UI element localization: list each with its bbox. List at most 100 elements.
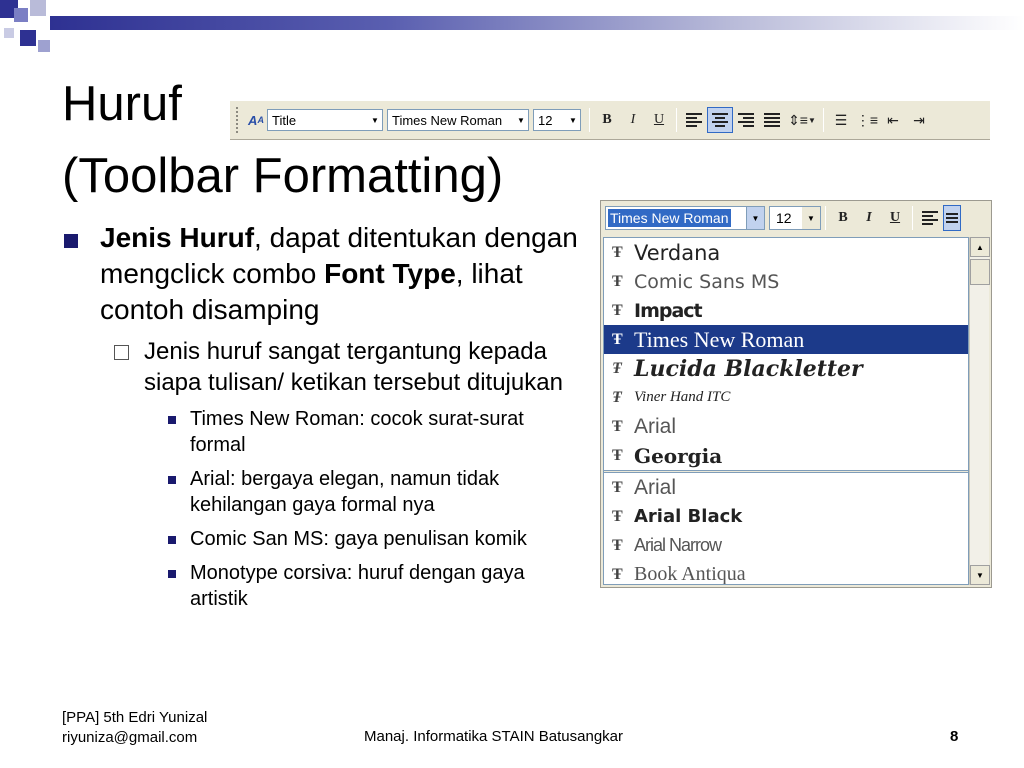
font-list-item[interactable]: Ŧ Lucida Blackletter xyxy=(604,354,968,383)
chevron-down-icon[interactable]: ▼ xyxy=(514,110,528,130)
align-center-icon xyxy=(946,213,958,223)
font-list-item[interactable]: Ŧ Book Antiqua xyxy=(604,560,968,585)
truetype-icon: Ŧ xyxy=(612,478,623,496)
justify-button[interactable] xyxy=(759,107,785,133)
font-panel-toolbar: Times New Roman ▼ 12 ▼ B I U xyxy=(601,201,991,235)
truetype-icon: Ŧ xyxy=(612,507,623,525)
truetype-icon: Ŧ xyxy=(612,243,623,261)
font-name: Times New Roman xyxy=(634,326,805,352)
font-size-value: 12 xyxy=(538,112,553,128)
line-spacing-button[interactable]: ⇕≡ ▼ xyxy=(785,107,819,133)
font-name: Impact xyxy=(634,299,703,322)
font-list-item[interactable]: Ŧ Verdana xyxy=(604,238,968,267)
chevron-down-icon[interactable]: ▼ xyxy=(746,207,764,229)
scrollbar-thumb[interactable] xyxy=(970,259,990,285)
underline-button[interactable]: U xyxy=(646,107,672,133)
font-name: Georgia xyxy=(634,443,723,468)
toolbar-grip[interactable] xyxy=(236,107,239,133)
font-list[interactable]: Ŧ Verdana Ŧ Comic Sans MS Ŧ Impact Ŧ Times N… xyxy=(603,237,969,585)
indent-icon: ⇥ xyxy=(913,111,925,128)
bullet-level-3: Arial: bergaya elegan, namun tidak kehil… xyxy=(162,466,582,518)
header-gradient-bar xyxy=(50,16,1024,30)
slide-title: Huruf (Toolbar Formatting) xyxy=(62,68,503,212)
align-left-icon xyxy=(686,113,702,127)
align-left-button[interactable] xyxy=(681,107,707,133)
footer-author-line-2: riyuniza@gmail.com xyxy=(62,729,198,746)
font-combo[interactable]: Times New Roman ▼ xyxy=(605,206,765,230)
font-list-item[interactable]: Ŧ Arial Black xyxy=(604,502,968,531)
truetype-icon: Ŧ xyxy=(612,536,623,554)
font-list-item[interactable]: Ŧ Arial Narrow xyxy=(604,531,968,560)
decor-square-5 xyxy=(38,40,50,52)
chevron-down-icon[interactable]: ▼ xyxy=(566,110,580,130)
align-center-button[interactable] xyxy=(943,205,961,231)
bold-button[interactable]: B xyxy=(594,107,620,133)
styles-icon[interactable]: AA xyxy=(245,109,267,131)
line-spacing-icon: ⇕≡ xyxy=(788,111,808,128)
formatting-toolbar: AA Title ▼ Times New Roman ▼ 12 ▼ B I U … xyxy=(230,100,990,140)
toolbar-separator xyxy=(676,108,677,132)
truetype-icon: Ŧ xyxy=(612,301,623,319)
bullet-level-3: Monotype corsiva: huruf dengan gaya arti… xyxy=(162,560,582,612)
bullet-bold-term: Jenis Huruf xyxy=(100,222,255,253)
outdent-icon: ⇤ xyxy=(887,111,899,128)
scroll-up-icon[interactable]: ▲ xyxy=(970,237,990,257)
truetype-icon: Ŧ xyxy=(612,330,623,348)
bold-button[interactable]: B xyxy=(830,205,856,231)
numbered-list-icon: ☰ xyxy=(834,111,848,128)
bullet-level-1: Jenis Huruf, dapat ditentukan dengan men… xyxy=(62,220,582,328)
underline-button[interactable]: U xyxy=(882,205,908,231)
font-list-item[interactable]: Ŧ Arial xyxy=(604,473,968,502)
font-list-item[interactable]: Ŧ Impact xyxy=(604,296,968,325)
scroll-down-icon[interactable]: ▼ xyxy=(970,565,990,585)
font-size-combo[interactable]: 12 ▼ xyxy=(533,109,581,131)
italic-button[interactable]: I xyxy=(620,107,646,133)
chevron-down-icon[interactable]: ▼ xyxy=(368,110,382,130)
chevron-down-icon: ▼ xyxy=(807,115,816,125)
truetype-icon: Ŧ xyxy=(612,388,622,406)
footer-author-line-1: [PPA] 5th Edri Yunizal xyxy=(62,709,208,726)
align-right-button[interactable] xyxy=(733,107,759,133)
truetype-icon: Ŧ xyxy=(612,446,623,464)
align-left-button[interactable] xyxy=(917,205,943,231)
font-list-item[interactable]: Ŧ Comic Sans MS xyxy=(604,267,968,296)
chevron-down-icon[interactable]: ▼ xyxy=(802,207,820,229)
align-right-icon xyxy=(738,113,754,127)
font-name: Book Antiqua xyxy=(634,563,746,585)
decrease-indent-button[interactable]: ⇤ xyxy=(880,107,906,133)
font-size-combo[interactable]: 12 ▼ xyxy=(769,206,821,230)
bullet-bold-term: Font Type xyxy=(324,258,456,289)
increase-indent-button[interactable]: ⇥ xyxy=(906,107,932,133)
truetype-icon: Ŧ xyxy=(612,417,623,435)
font-name: Lucida Blackletter xyxy=(634,355,863,382)
font-list-item[interactable]: Ŧ Georgia xyxy=(604,441,968,470)
bullet-level-3: Comic San MS: gaya penulisan komik xyxy=(162,526,582,552)
toolbar-separator xyxy=(823,108,824,132)
font-name: Viner Hand ITC xyxy=(634,389,731,405)
font-list-item-selected[interactable]: Ŧ Times New Roman xyxy=(604,325,968,354)
font-name: Arial xyxy=(634,414,677,438)
align-center-button[interactable] xyxy=(707,107,733,133)
font-name: Verdana xyxy=(634,240,721,265)
decor-square-4 xyxy=(20,30,36,46)
style-combo[interactable]: Title ▼ xyxy=(267,109,383,131)
sub-bullet-text: Jenis huruf sangat tergantung kepada sia… xyxy=(144,338,563,396)
footer-author: [PPA] 5th Edri Yunizal riyuniza@gmail.co… xyxy=(62,708,207,748)
align-left-icon xyxy=(922,211,938,225)
hollow-square-bullet-icon xyxy=(114,345,129,360)
font-size-value: 12 xyxy=(776,210,792,226)
title-line-2: (Toolbar Formatting) xyxy=(62,149,504,203)
font-list-item[interactable]: Ŧ Arial xyxy=(604,412,968,441)
bullets-button[interactable]: ⋮≡ xyxy=(854,107,880,133)
font-list-item[interactable]: Ŧ Viner Hand ITC xyxy=(604,383,968,412)
font-list-scrollbar[interactable]: ▲ ▼ xyxy=(969,237,990,585)
numbering-button[interactable]: ☰ xyxy=(828,107,854,133)
bullet-level-3: Times New Roman: cocok surat-surat forma… xyxy=(162,406,582,458)
page-number: 8 xyxy=(950,728,959,745)
font-name: Comic Sans MS xyxy=(634,270,780,293)
slide-body: Jenis Huruf, dapat ditentukan dengan men… xyxy=(62,220,582,612)
italic-button[interactable]: I xyxy=(856,205,882,231)
truetype-icon: Ŧ xyxy=(612,565,623,583)
truetype-icon: Ŧ xyxy=(612,272,623,290)
font-combo[interactable]: Times New Roman ▼ xyxy=(387,109,529,131)
